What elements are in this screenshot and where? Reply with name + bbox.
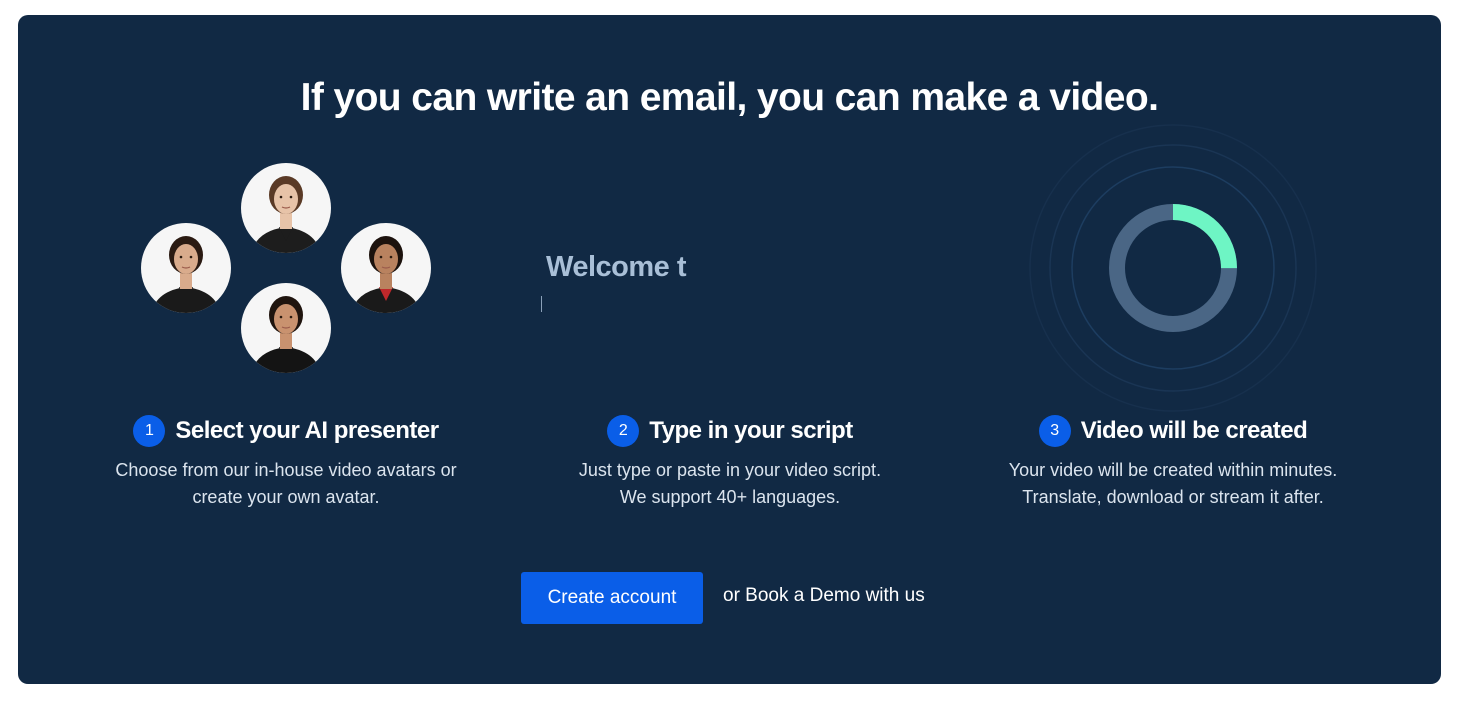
create-account-button[interactable]: Create account <box>521 572 703 624</box>
presenter-image <box>151 236 221 313</box>
step-number-badge: 1 <box>133 415 166 447</box>
step-title: Type in your script <box>649 417 853 444</box>
step-description-line: Choose from our in-house video avatars o… <box>115 460 457 480</box>
step-number-badge: 3 <box>1038 415 1071 447</box>
step-heading: 2 Type in your script <box>490 413 970 449</box>
step-heading: 3 Video will be created <box>933 413 1413 449</box>
script-typing-text: Welcome t <box>546 251 687 283</box>
step-select-presenter: 1 Select your AI presenter Choose from o… <box>46 413 526 511</box>
video-progress-graphic <box>1029 124 1317 412</box>
presenter-eye <box>389 255 393 259</box>
step-title: Select your AI presenter <box>175 417 439 444</box>
step-description: Just type or paste in your video script.… <box>490 457 970 511</box>
presenter-neck <box>380 273 392 289</box>
page-headline: If you can write an email, you can make … <box>300 76 1159 119</box>
step-description-line: We support 40+ languages. <box>619 487 841 507</box>
step-title: Video will be created <box>1080 417 1308 444</box>
presenter-eye <box>289 315 293 319</box>
step-video-created: 3 Video will be created Your video will … <box>933 413 1413 511</box>
step-description: Your video will be created within minute… <box>933 457 1413 511</box>
presenter-neck <box>280 213 292 229</box>
inner-ring <box>1071 166 1275 370</box>
presenter-eye <box>179 255 183 259</box>
step-number-badge: 2 <box>607 415 640 447</box>
book-demo-link[interactable]: or Book a Demo with us <box>723 585 925 607</box>
presenter-image <box>351 236 421 313</box>
outer-ring <box>1029 124 1317 412</box>
step-description-line: Just type or paste in your video script. <box>578 460 882 480</box>
presenter-eye <box>189 255 193 259</box>
presenter-eye <box>279 195 283 199</box>
presenter-eye <box>289 195 293 199</box>
presenter-neck <box>280 333 292 349</box>
presenter-image <box>251 296 321 373</box>
step-heading: 1 Select your AI presenter <box>46 413 526 449</box>
step-description-line: create your own avatar. <box>192 487 380 507</box>
presenter-neck <box>180 273 192 289</box>
step-description: Choose from our in-house video avatars o… <box>46 457 526 511</box>
avatar-presenter-left[interactable] <box>141 223 231 313</box>
avatar-presenter-bottom[interactable] <box>241 283 331 373</box>
presenter-face <box>374 244 398 274</box>
text-cursor <box>541 296 542 312</box>
step-description-line: Your video will be created within minute… <box>1008 460 1338 480</box>
presenter-eye <box>379 255 383 259</box>
presenter-face <box>274 184 298 214</box>
presenter-eye <box>279 315 283 319</box>
presenter-face <box>174 244 198 274</box>
step-description-line: Translate, download or stream it after. <box>1022 487 1324 507</box>
presenter-face <box>274 304 298 334</box>
presenter-image <box>251 176 321 253</box>
avatar-presenter-top[interactable] <box>241 163 331 253</box>
step-type-script: 2 Type in your script Just type or paste… <box>490 413 970 511</box>
middle-ring <box>1049 144 1297 392</box>
avatar-presenter-right[interactable] <box>341 223 431 313</box>
